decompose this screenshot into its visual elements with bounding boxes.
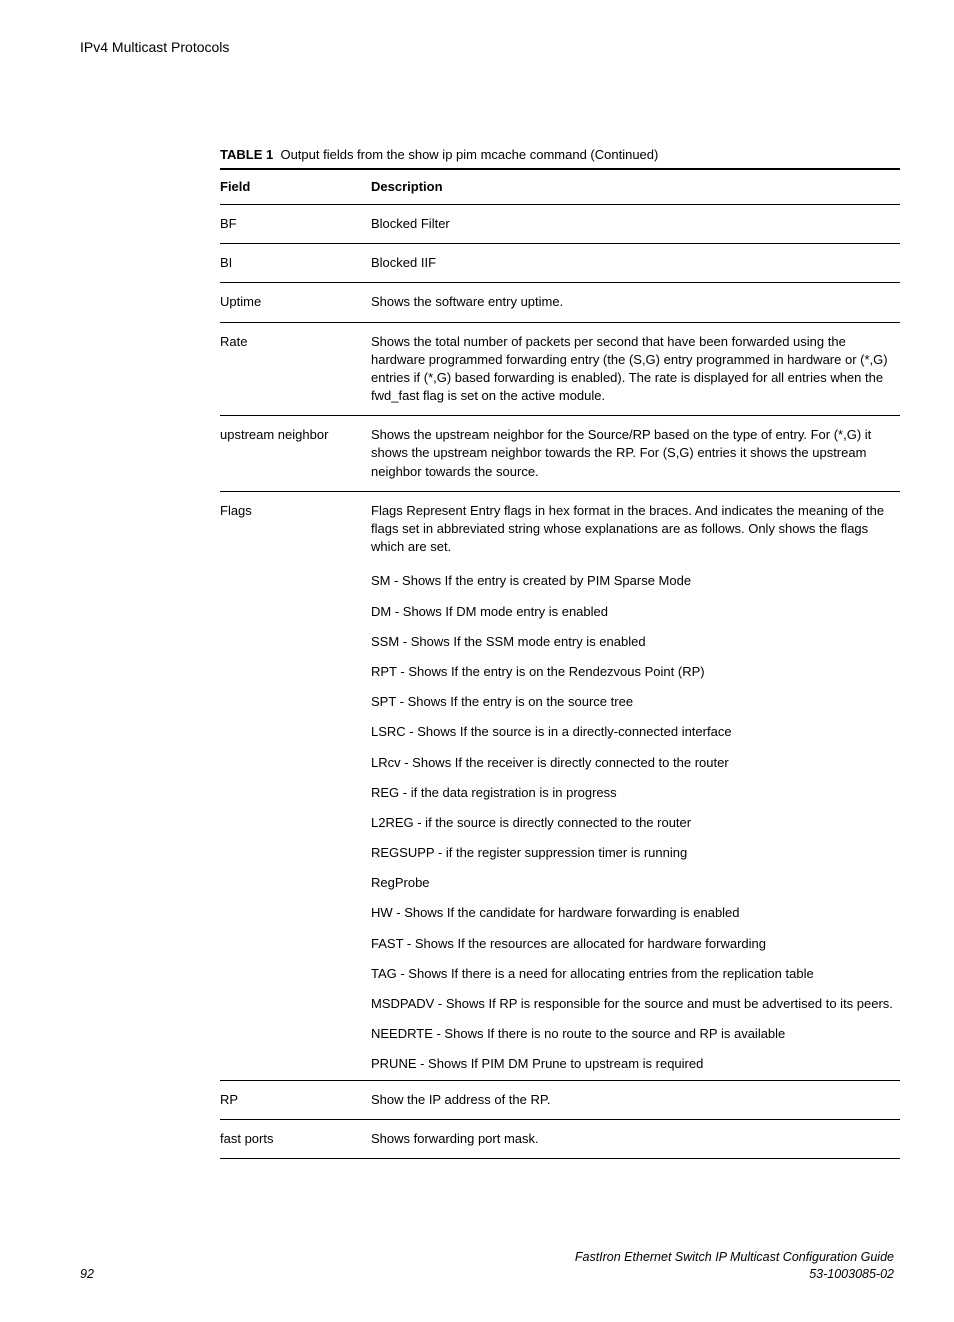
table-row: LSRC - Shows If the source is in a direc… [220, 717, 900, 747]
table-row: MSDPADV - Shows If RP is responsible for… [220, 989, 900, 1019]
table-row: RPT - Shows If the entry is on the Rende… [220, 657, 900, 687]
table-row: RP Show the IP address of the RP. [220, 1080, 900, 1119]
table-row: Flags Flags Represent Entry flags in hex… [220, 491, 900, 566]
table-row: BI Blocked IIF [220, 244, 900, 283]
cell-desc: SSM - Shows If the SSM mode entry is ena… [371, 627, 900, 657]
table-label: TABLE 1 [220, 147, 273, 162]
cell-desc: PRUNE - Shows If PIM DM Prune to upstrea… [371, 1049, 900, 1080]
cell-desc: Shows the software entry uptime. [371, 283, 900, 322]
cell-desc: LSRC - Shows If the source is in a direc… [371, 717, 900, 747]
table-row: REG - if the data registration is in pro… [220, 778, 900, 808]
table-row: BF Blocked Filter [220, 204, 900, 243]
cell-field: Rate [220, 322, 371, 416]
cell-desc: DM - Shows If DM mode entry is enabled [371, 597, 900, 627]
table-header-row: Field Description [220, 169, 900, 205]
output-fields-table: Field Description BF Blocked Filter BI B… [220, 168, 900, 1159]
cell-desc: REG - if the data registration is in pro… [371, 778, 900, 808]
table-row: HW - Shows If the candidate for hardware… [220, 898, 900, 928]
table-caption-text: Output fields from the show ip pim mcach… [280, 147, 658, 162]
cell-desc: Flags Represent Entry flags in hex forma… [371, 491, 900, 566]
cell-field: upstream neighbor [220, 416, 371, 492]
table-row: SPT - Shows If the entry is on the sourc… [220, 687, 900, 717]
table-row: SM - Shows If the entry is created by PI… [220, 566, 900, 596]
cell-desc: RPT - Shows If the entry is on the Rende… [371, 657, 900, 687]
table-row: LRcv - Shows If the receiver is directly… [220, 748, 900, 778]
cell-desc: LRcv - Shows If the receiver is directly… [371, 748, 900, 778]
table-row: Rate Shows the total number of packets p… [220, 322, 900, 416]
table-caption: TABLE 1 Output fields from the show ip p… [220, 147, 658, 162]
cell-desc: RegProbe [371, 868, 900, 898]
cell-field: fast ports [220, 1119, 371, 1158]
cell-desc: Show the IP address of the RP. [371, 1080, 900, 1119]
table-row: FAST - Shows If the resources are alloca… [220, 929, 900, 959]
cell-desc: Shows forwarding port mask. [371, 1119, 900, 1158]
table-row: SSM - Shows If the SSM mode entry is ena… [220, 627, 900, 657]
cell-desc: Blocked Filter [371, 204, 900, 243]
cell-desc: SM - Shows If the entry is created by PI… [371, 566, 900, 596]
cell-desc: HW - Shows If the candidate for hardware… [371, 898, 900, 928]
cell-field: RP [220, 1080, 371, 1119]
footer-docnum: 53-1003085-02 [575, 1266, 894, 1284]
col-header-field: Field [220, 169, 371, 205]
cell-desc: MSDPADV - Shows If RP is responsible for… [371, 989, 900, 1019]
cell-desc: FAST - Shows If the resources are alloca… [371, 929, 900, 959]
table-row: fast ports Shows forwarding port mask. [220, 1119, 900, 1158]
cell-desc: Blocked IIF [371, 244, 900, 283]
cell-field: Uptime [220, 283, 371, 322]
cell-field: Flags [220, 491, 371, 566]
table-row: REGSUPP - if the register suppression ti… [220, 838, 900, 868]
table-row: upstream neighbor Shows the upstream nei… [220, 416, 900, 492]
cell-desc: TAG - Shows If there is a need for alloc… [371, 959, 900, 989]
col-header-description: Description [371, 169, 900, 205]
table-row: NEEDRTE - Shows If there is no route to … [220, 1019, 900, 1049]
page-number: 92 [80, 1266, 94, 1284]
table-row: RegProbe [220, 868, 900, 898]
cell-desc: REGSUPP - if the register suppression ti… [371, 838, 900, 868]
table-row: Uptime Shows the software entry uptime. [220, 283, 900, 322]
page-footer: 92 FastIron Ethernet Switch IP Multicast… [80, 1249, 894, 1284]
cell-desc: L2REG - if the source is directly connec… [371, 808, 900, 838]
table-row: PRUNE - Shows If PIM DM Prune to upstrea… [220, 1049, 900, 1080]
cell-desc: NEEDRTE - Shows If there is no route to … [371, 1019, 900, 1049]
table-row: L2REG - if the source is directly connec… [220, 808, 900, 838]
footer-title: FastIron Ethernet Switch IP Multicast Co… [575, 1249, 894, 1267]
table-row: TAG - Shows If there is a need for alloc… [220, 959, 900, 989]
cell-field: BI [220, 244, 371, 283]
cell-desc: SPT - Shows If the entry is on the sourc… [371, 687, 900, 717]
cell-desc: Shows the total number of packets per se… [371, 322, 900, 416]
running-header: IPv4 Multicast Protocols [80, 38, 894, 58]
table-row: DM - Shows If DM mode entry is enabled [220, 597, 900, 627]
cell-desc: Shows the upstream neighbor for the Sour… [371, 416, 900, 492]
cell-field: BF [220, 204, 371, 243]
